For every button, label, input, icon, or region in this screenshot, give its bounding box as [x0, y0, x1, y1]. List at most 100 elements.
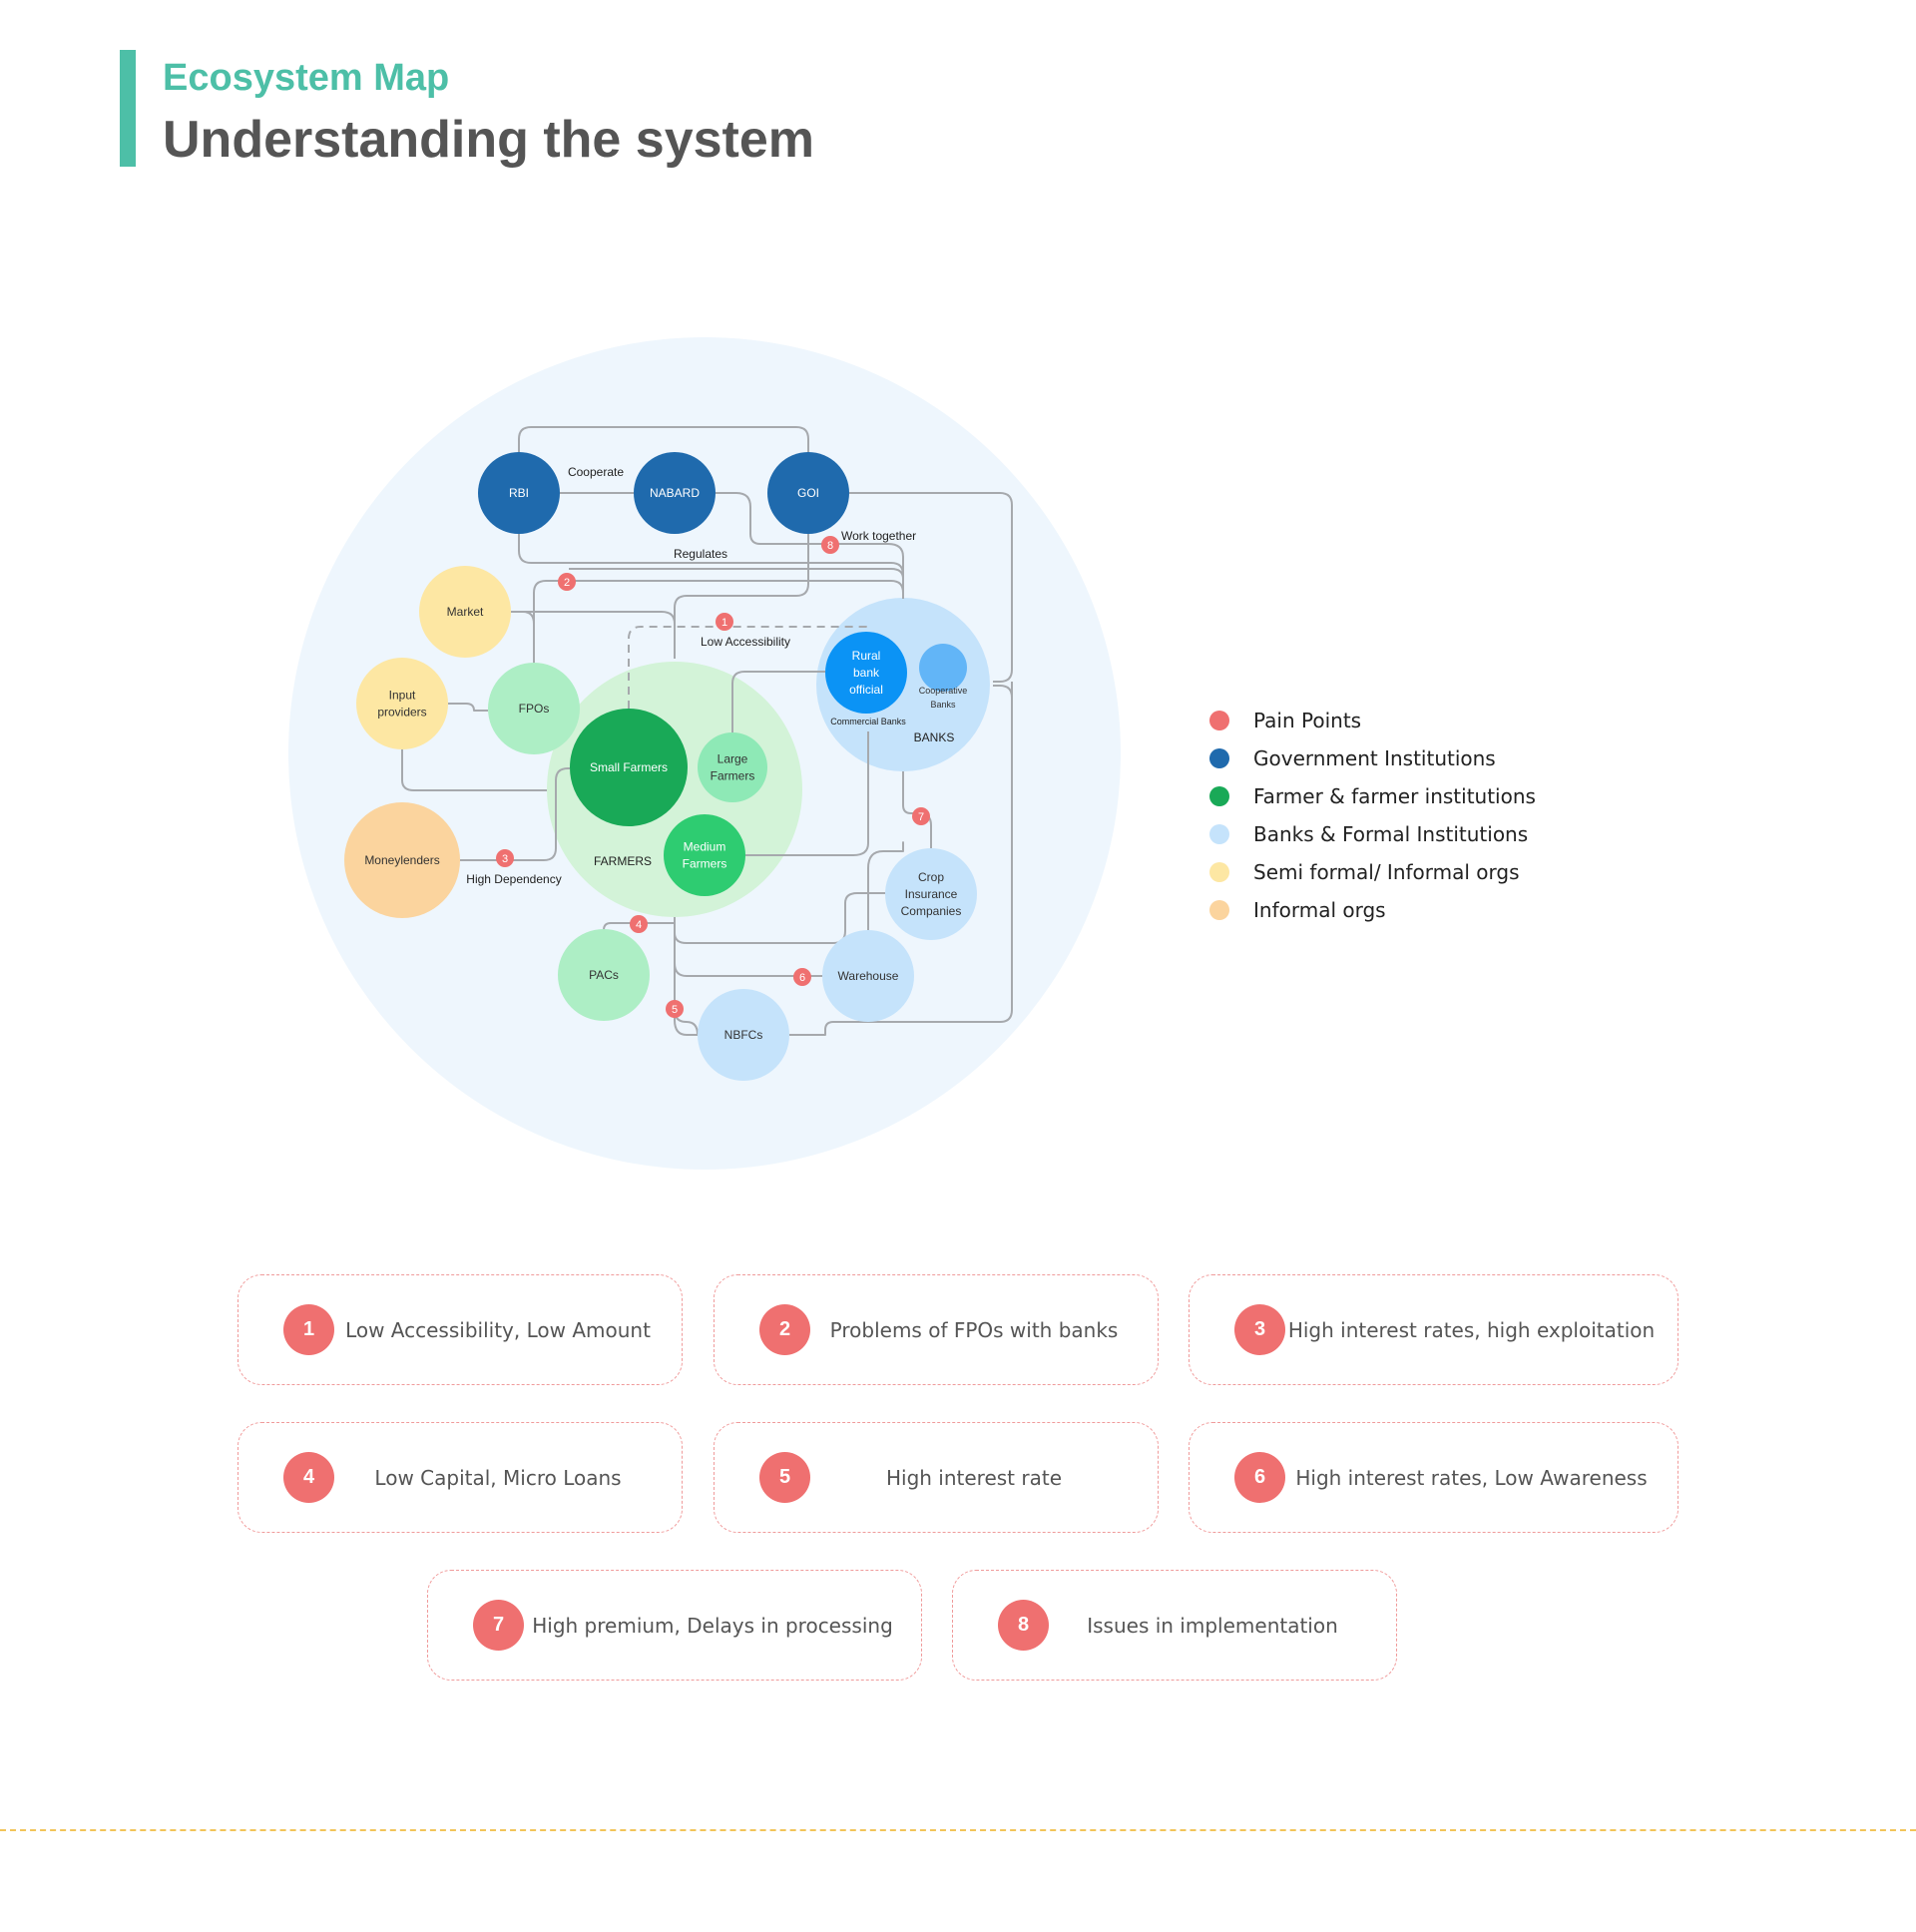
group-label-commercial-banks: Commercial Banks [830, 717, 906, 726]
legend-label: Informal orgs [1253, 898, 1386, 922]
node-label: bank [853, 666, 880, 680]
node-label: Crop [918, 870, 944, 884]
pain-marker-8: 8 [821, 536, 839, 554]
node-circle [356, 658, 448, 749]
edge-label-low-accessibility: Low Accessibility [701, 635, 790, 649]
pain-marker-2: 2 [558, 573, 576, 591]
pain-point-card: 3 High interest rates, high exploitation [1189, 1274, 1678, 1385]
node-label: PACs [589, 968, 619, 982]
node-input: Input providers [356, 658, 448, 749]
node-label: Warehouse [838, 969, 899, 983]
node-label: Companies [901, 904, 962, 918]
pain-point-number-badge: 5 [759, 1452, 810, 1503]
node-label: NBFCs [724, 1028, 763, 1042]
node-label: NABARD [650, 486, 700, 500]
edge-label-high-dependency: High Dependency [466, 872, 561, 886]
node-pacs: PACs [558, 929, 650, 1021]
legend-label: Pain Points [1253, 709, 1362, 732]
legend-dot [1209, 900, 1229, 920]
pain-point-number-badge: 8 [998, 1600, 1049, 1651]
node-label: GOI [797, 486, 819, 500]
node-circle [664, 814, 745, 896]
pain-point-number-badge: 6 [1234, 1452, 1285, 1503]
pain-point-text: Low Capital, Micro Loans [374, 1465, 622, 1490]
pain-marker-5: 5 [666, 1000, 684, 1018]
node-label: Banks [930, 700, 956, 710]
pain-marker-number: 1 [721, 617, 727, 629]
node-goi: GOI [767, 452, 849, 534]
node-label: Market [447, 605, 484, 619]
node-small: Small Farmers [570, 709, 688, 826]
node-large: Large Farmers [698, 732, 767, 802]
pain-point-text: High interest rate [885, 1465, 1063, 1490]
node-label: Input [389, 689, 416, 703]
pain-marker-number: 5 [672, 1004, 678, 1016]
pain-marker-number: 8 [827, 540, 833, 552]
legend-dot [1209, 786, 1229, 806]
pain-point-card: 1 Low Accessibility, Low Amount [238, 1274, 683, 1385]
legend-item: Informal orgs [1209, 891, 1536, 929]
legend-item: Semi formal/ Informal orgs [1209, 853, 1536, 891]
node-label: Farmers [683, 857, 727, 871]
pain-point-text: High interest rates, Low Awareness [1295, 1465, 1648, 1490]
pain-marker-number: 6 [799, 972, 805, 984]
node-circle [919, 644, 967, 692]
pain-marker-4: 4 [630, 915, 648, 933]
pain-point-text: Problems of FPOs with banks [829, 1317, 1119, 1342]
pain-point-card: 2 Problems of FPOs with banks [714, 1274, 1159, 1385]
edge-label-work-together: Work together [841, 529, 916, 543]
node-label: providers [377, 706, 426, 720]
pain-marker-number: 3 [502, 853, 508, 865]
legend-dot [1209, 824, 1229, 844]
node-nbfcs: NBFCs [698, 989, 789, 1081]
node-market: Market [419, 566, 511, 658]
pain-marker-number: 2 [564, 577, 570, 589]
node-label: Moneylenders [364, 853, 439, 867]
group-label-banks: BANKS [914, 730, 955, 744]
group-label-farmers: FARMERS [594, 854, 652, 868]
pain-point-text: Low Accessibility, Low Amount [345, 1317, 651, 1342]
node-moneylenders: Moneylenders [344, 802, 460, 918]
node-crop: Crop Insurance Companies [885, 848, 977, 940]
legend-label: Farmer & farmer institutions [1253, 784, 1536, 808]
pain-point-card: 8 Issues in implementation [952, 1570, 1397, 1681]
pain-point-number-badge: 7 [473, 1600, 524, 1651]
node-rural: Rural bank official [825, 632, 907, 714]
node-label: official [849, 683, 883, 697]
pain-marker-number: 4 [636, 919, 642, 931]
node-label: Cooperative [919, 686, 968, 696]
node-label: Large [718, 752, 748, 766]
pain-point-number-badge: 4 [283, 1452, 334, 1503]
pain-marker-6: 6 [793, 968, 811, 986]
pain-marker-1: 1 [716, 613, 733, 631]
pain-point-text: Issues in implementation [1087, 1613, 1338, 1638]
node-warehouse: Warehouse [822, 930, 914, 1022]
legend-label: Semi formal/ Informal orgs [1253, 860, 1520, 884]
node-label: Small Farmers [590, 760, 668, 774]
edge-label-cooperate: Cooperate [568, 465, 624, 479]
legend-item: Banks & Formal Institutions [1209, 815, 1536, 853]
legend-dot [1209, 711, 1229, 730]
pain-point-card: 4 Low Capital, Micro Loans [238, 1422, 683, 1533]
node-label: Medium [684, 840, 726, 854]
pain-point-card: 5 High interest rate [714, 1422, 1159, 1533]
legend-label: Banks & Formal Institutions [1253, 822, 1529, 846]
pain-marker-7: 7 [912, 807, 930, 825]
node-label: FPOs [519, 702, 550, 716]
node-circle [698, 732, 767, 802]
edge-label-regulates: Regulates [674, 547, 727, 561]
node-label: RBI [509, 486, 529, 500]
node-rbi: RBI [478, 452, 560, 534]
bottom-divider [0, 1829, 1916, 1831]
pain-marker-number: 7 [918, 811, 924, 823]
legend-item: Government Institutions [1209, 739, 1536, 777]
legend-item: Farmer & farmer institutions [1209, 777, 1536, 815]
pain-point-number-badge: 3 [1234, 1304, 1285, 1355]
legend-dot [1209, 748, 1229, 768]
node-label: Rural [852, 649, 881, 663]
legend: Pain Points Government Institutions Farmer… [1209, 702, 1536, 929]
legend-label: Government Institutions [1253, 746, 1496, 770]
pain-point-text: High premium, Delays in processing [532, 1613, 893, 1638]
pain-point-text: High interest rates, high exploitation [1287, 1317, 1656, 1342]
node-medium: Medium Farmers [664, 814, 745, 896]
